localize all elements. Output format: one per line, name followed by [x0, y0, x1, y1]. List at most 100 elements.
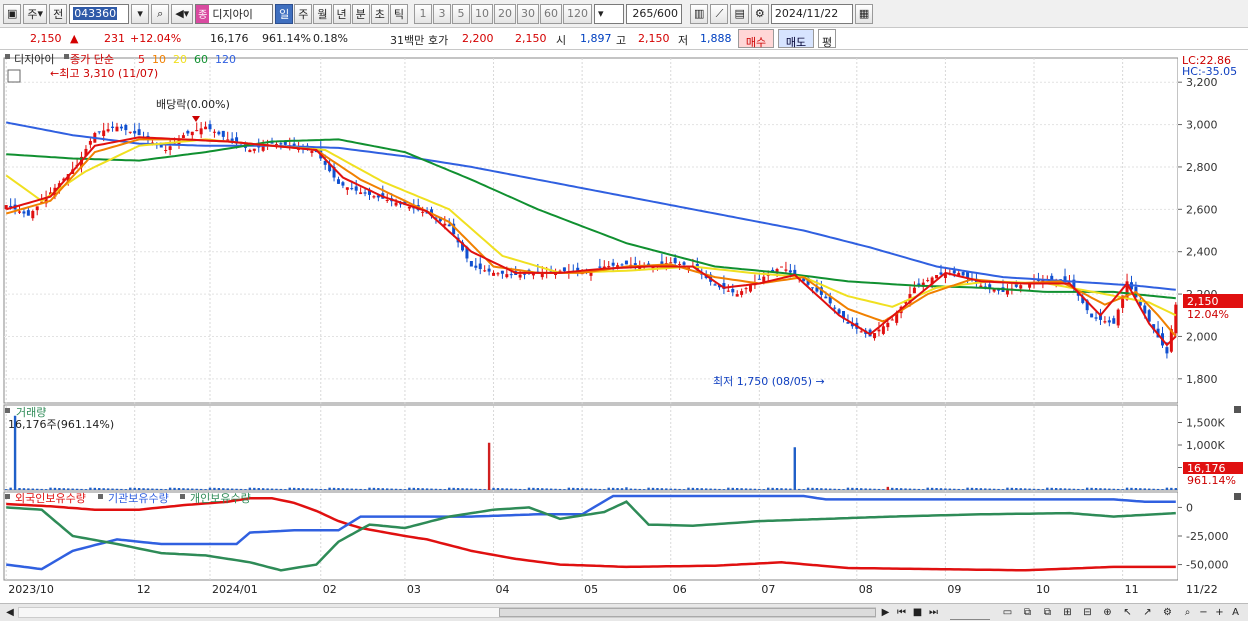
volume-bar — [204, 489, 207, 490]
stock-name-box[interactable]: 종 디지아이 — [195, 3, 274, 24]
interval-tab-10[interactable]: 10 — [471, 3, 494, 24]
volume-bar — [572, 487, 575, 490]
gear-icon[interactable]: ⚙ — [750, 3, 769, 24]
candle-body — [509, 274, 513, 276]
interval-tab-20[interactable]: 20 — [494, 3, 517, 24]
zoom-search-icon[interactable]: ⌕ — [1180, 605, 1195, 620]
arrow-tool-icon[interactable]: ↖ — [1120, 605, 1135, 620]
code-dropdown-icon[interactable]: ▾ — [131, 3, 150, 24]
draw-tool-icon[interactable]: ⟋ — [710, 3, 729, 24]
zoom-slider[interactable] — [950, 605, 990, 620]
volume-bar — [656, 488, 659, 490]
price-change: 231 — [104, 32, 125, 45]
volume-bar — [833, 488, 836, 490]
candle-body — [890, 319, 894, 321]
stop-icon[interactable]: ■ — [910, 605, 925, 620]
prev-button[interactable]: 전 — [49, 3, 68, 24]
x-tick-label: 03 — [407, 583, 421, 596]
period-tab-0[interactable]: 일 — [275, 3, 294, 24]
first-icon[interactable]: ⏮ — [894, 605, 909, 620]
candle-body — [935, 274, 939, 279]
layout-icon-2[interactable]: ⧉ — [1020, 605, 1035, 620]
candle-icon[interactable]: ▥ — [690, 3, 709, 24]
high-price: 2,150 — [638, 32, 670, 45]
candle-body — [310, 150, 314, 153]
volume-bar — [651, 487, 655, 490]
search-icon[interactable]: ⌕ — [151, 3, 170, 24]
zoom-out-icon[interactable]: − — [1196, 605, 1211, 620]
candle-body — [713, 284, 717, 286]
candle-body — [221, 130, 225, 137]
volume-bar — [115, 488, 119, 490]
period-mode-select[interactable]: 주 ▾ — [23, 3, 48, 24]
sell-label: 매도 — [785, 36, 807, 49]
last-icon[interactable]: ⏭ — [926, 605, 941, 620]
layout-icon-3[interactable]: ⧉ — [1040, 605, 1055, 620]
volume-bar — [767, 487, 770, 490]
arrow-tool-icon-2[interactable]: ↗ — [1140, 605, 1155, 620]
candle-body — [726, 290, 730, 292]
zoom-in-icon[interactable]: + — [1212, 605, 1227, 620]
stock-code-input[interactable]: 043360 — [69, 3, 130, 24]
volume-bar — [1112, 488, 1115, 490]
volume-bar — [1125, 487, 1129, 490]
calendar-icon[interactable]: ▦ — [854, 3, 874, 24]
interval-tab-3[interactable]: 3 — [433, 3, 452, 24]
volume-bar — [775, 488, 779, 490]
period-tab-3[interactable]: 년 — [332, 3, 351, 24]
up-arrow-icon: ▲ — [70, 32, 79, 45]
period-tab-6[interactable]: 틱 — [389, 3, 409, 24]
chart-scrollbar[interactable]: ◀ ▶ ⏮ ■ ⏭ ▭ ⧉ ⧉ ⊞ ⊟ ⊕ ↖ ↗ ⚙ ⌕ − + A — [0, 603, 1248, 621]
volume-tick-label: 1,000K — [1186, 439, 1225, 452]
save-icon[interactable]: ▤ — [730, 3, 749, 24]
volume-bar — [899, 488, 903, 490]
scroll-left-icon[interactable]: ◀ — [3, 606, 17, 619]
price-tick-label: 2,600 — [1186, 203, 1218, 216]
candle-body — [128, 131, 132, 133]
sell-button[interactable]: 매도 — [778, 29, 814, 49]
volume-bar — [186, 488, 190, 490]
scroll-right-icon[interactable]: ▶ — [878, 605, 893, 620]
settings-icon[interactable]: ⚙ — [1160, 605, 1175, 620]
speaker-icon[interactable]: ◀▾ — [171, 3, 194, 24]
bar-count-input[interactable]: 265/600 — [626, 3, 683, 24]
volume-bar — [1121, 489, 1124, 490]
layout-icon-4[interactable]: ⊞ — [1060, 605, 1075, 620]
bar-count: 265 — [632, 7, 654, 20]
candle-body — [168, 146, 172, 150]
candle-body — [133, 130, 137, 134]
period-tab-4[interactable]: 분 — [351, 3, 370, 24]
volume-bar — [585, 488, 588, 490]
date-input[interactable]: 2024/11/22 — [770, 3, 853, 24]
interval-tab-30[interactable]: 30 — [517, 3, 540, 24]
indicator-icon[interactable]: ⊕ — [1100, 605, 1115, 620]
candle-body — [492, 272, 496, 276]
period-tab-1[interactable]: 주 — [294, 3, 313, 24]
avg-button[interactable]: 평 — [818, 29, 836, 49]
font-size-icon[interactable]: A — [1228, 605, 1243, 620]
candle-body — [199, 128, 203, 135]
volume-bar — [1103, 488, 1107, 490]
candle-body — [186, 130, 190, 134]
layout-icon-5[interactable]: ⊟ — [1080, 605, 1095, 620]
interval-tab-60[interactable]: 60 — [540, 3, 563, 24]
window-menu-icon[interactable]: ▣ — [3, 3, 22, 24]
layout-icon-1[interactable]: ▭ — [1000, 605, 1015, 620]
period-tab-2[interactable]: 월 — [313, 3, 332, 24]
interval-tab-1[interactable]: 1 — [414, 3, 433, 24]
scroll-track[interactable] — [18, 607, 876, 618]
chart-area[interactable]: 2023/10 12 2024/01 02 03 04 05 06 07 08 09 10 11 11/2… — [0, 50, 1248, 603]
volume-bar — [1054, 488, 1058, 490]
period-tab-5[interactable]: 초 — [370, 3, 389, 24]
interval-tab-120[interactable]: 120 — [563, 3, 593, 24]
scroll-thumb[interactable] — [499, 608, 876, 617]
price-tick-label: 2,800 — [1186, 161, 1218, 174]
candle-body — [106, 129, 110, 132]
buy-button[interactable]: 매수 — [738, 29, 774, 49]
volume-bar — [31, 488, 34, 490]
volume-bar — [492, 487, 495, 490]
interval-tab-5[interactable]: 5 — [452, 3, 471, 24]
chart-svg[interactable]: 2023/10 12 2024/01 02 03 04 05 06 07 08 09 10 11 11/2… — [0, 50, 1248, 603]
volume-bar — [359, 488, 362, 490]
interval-dropdown[interactable]: ▾ — [594, 3, 625, 24]
